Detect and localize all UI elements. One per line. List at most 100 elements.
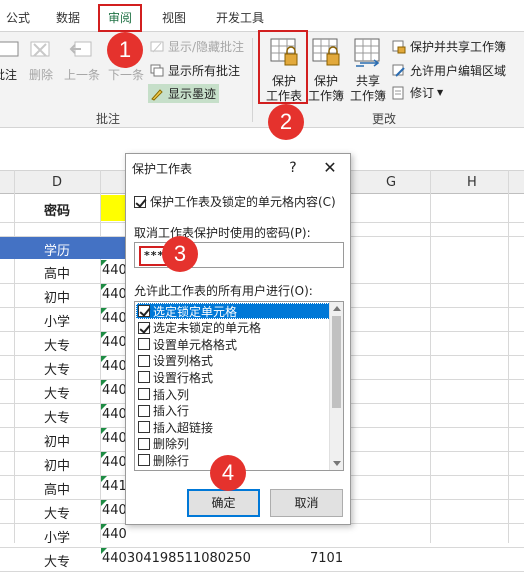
close-button[interactable]: ✕ <box>316 157 344 179</box>
id-cell[interactable]: 440 <box>102 383 127 398</box>
chevron-down-icon: ▼ <box>437 88 444 97</box>
permission-option-label: 插入超链接 <box>153 420 214 435</box>
education-cell[interactable]: 大专 <box>14 551 100 570</box>
education-cell[interactable]: 大专 <box>14 335 100 354</box>
tab-developer[interactable]: 开发工具 <box>216 9 264 26</box>
protect-contents-checkbox[interactable]: 保护工作表及锁定的单元格内容(C) <box>134 193 336 210</box>
education-cell[interactable]: 大专 <box>14 503 100 522</box>
id-cell[interactable]: 441 <box>102 479 127 494</box>
id-cell[interactable]: 440 <box>102 527 127 542</box>
id-cell[interactable]: 440 <box>102 311 127 326</box>
checkbox-checked-icon[interactable] <box>138 321 150 334</box>
callout-step-1: 1 <box>107 32 143 68</box>
permission-option[interactable]: 插入列 <box>136 386 330 402</box>
education-cell[interactable]: 高中 <box>14 479 100 498</box>
id-cell[interactable]: 440 <box>102 359 127 374</box>
show-hide-comment-button[interactable]: 显示/隐藏批注 <box>150 38 244 55</box>
tab-view[interactable]: 视图 <box>162 9 186 26</box>
education-cell[interactable]: 初中 <box>14 287 100 306</box>
checkbox-checked-icon[interactable] <box>138 305 150 317</box>
previous-comment-button[interactable]: 上一条 <box>62 38 102 83</box>
protect-and-share-button[interactable]: 保护并共享工作簿 <box>392 38 506 55</box>
permission-option[interactable]: 设置列格式 <box>136 353 330 369</box>
protect-and-share-label: 保护并共享工作簿 <box>410 40 507 54</box>
id-cell[interactable]: 440304198511080250 <box>102 551 251 566</box>
permission-option[interactable]: 设置行格式 <box>136 369 330 385</box>
tab-formulas[interactable]: 公式 <box>6 9 30 26</box>
id-cell[interactable]: 440 <box>102 263 127 278</box>
education-cell[interactable]: 大专 <box>14 407 100 426</box>
scroll-thumb[interactable] <box>332 316 341 408</box>
education-cell[interactable]: 初中 <box>14 431 100 450</box>
ok-button[interactable]: 确定 <box>187 489 260 517</box>
table-row: 大专 440304198511080250 7101 <box>0 547 524 571</box>
permission-option-label: 删除行 <box>153 453 190 468</box>
checkbox-icon[interactable] <box>138 371 150 384</box>
permission-option-label: 选定未锁定的单元格 <box>153 321 262 336</box>
checkbox-icon[interactable] <box>138 338 150 351</box>
delete-comment-button[interactable]: 删除 <box>24 38 58 83</box>
cancel-button[interactable]: 取消 <box>270 489 343 517</box>
education-cell[interactable]: 小学 <box>14 527 100 546</box>
id-cell[interactable]: 440 <box>102 287 127 302</box>
scroll-down-icon[interactable] <box>333 461 341 466</box>
checkbox-icon[interactable] <box>138 454 150 467</box>
education-cell[interactable]: 小学 <box>14 311 100 330</box>
id-cell[interactable]: 440 <box>102 431 127 446</box>
new-comment-button[interactable]: 批注 <box>0 38 20 83</box>
checkbox-icon[interactable] <box>138 354 150 367</box>
share-workbook-label-2: 工作簿 <box>349 89 386 103</box>
education-cell[interactable]: 大专 <box>14 359 100 378</box>
show-all-comments-icon <box>150 64 164 78</box>
education-cell[interactable]: 大专 <box>14 383 100 402</box>
column-header-d[interactable]: D <box>52 175 62 190</box>
show-all-comments-button[interactable]: 显示所有批注 <box>150 62 240 79</box>
id-cell[interactable]: 440 <box>102 503 127 518</box>
id-cell[interactable]: 440 <box>102 455 127 470</box>
track-changes-label: 修订 <box>410 86 435 100</box>
scroll-up-icon[interactable] <box>333 306 341 311</box>
show-ink-button[interactable]: 显示墨迹 <box>148 84 220 103</box>
yellow-cell[interactable] <box>101 195 127 221</box>
checkbox-checked-icon[interactable] <box>134 195 146 208</box>
protect-workbook-label-2: 工作簿 <box>307 89 344 103</box>
permission-option[interactable]: 插入行 <box>136 403 330 419</box>
ribbon-tab-strip: 公式 数据 审阅 视图 开发工具 <box>0 0 524 32</box>
permission-option[interactable]: 设置单元格格式 <box>136 336 330 352</box>
permission-option[interactable]: 插入超链接 <box>136 419 330 435</box>
permission-option-label: 设置单元格格式 <box>153 337 238 352</box>
comments-group-label: 批注 <box>96 112 121 126</box>
permission-option[interactable]: 删除列 <box>136 436 330 452</box>
education-header-cell[interactable]: 学历 <box>14 240 100 259</box>
changes-group-label: 更改 <box>372 112 397 126</box>
education-cell[interactable]: 高中 <box>14 263 100 282</box>
permission-option-label: 插入行 <box>153 404 190 419</box>
previous-arrow-icon <box>69 41 92 57</box>
share-workbook-button[interactable]: 共享 工作簿 <box>348 36 388 104</box>
column-header-h[interactable]: H <box>467 175 477 190</box>
password-header-cell[interactable]: 密码 <box>14 200 100 219</box>
protect-workbook-button[interactable]: 保护 工作簿 <box>306 36 346 104</box>
track-changes-button[interactable]: 修订 ▼ <box>392 84 443 101</box>
help-button[interactable]: ? <box>281 157 305 179</box>
permission-option[interactable]: 选定未锁定的单元格 <box>136 320 330 336</box>
education-cell[interactable]: 初中 <box>14 455 100 474</box>
next-comment-label: 下一条 <box>107 68 144 82</box>
permission-option[interactable]: 选定锁定单元格 <box>136 303 330 319</box>
show-hide-comment-icon <box>150 40 164 54</box>
permission-option-label: 设置行格式 <box>153 370 214 385</box>
checkbox-icon[interactable] <box>138 421 150 434</box>
permissions-list[interactable]: 选定锁定单元格选定未锁定的单元格 设置单元格格式 设置列格式 设置行格式 插入列插入行插… <box>134 301 344 471</box>
column-header-g[interactable]: G <box>386 175 396 190</box>
id-cell[interactable]: 440 <box>102 335 127 350</box>
checkbox-icon[interactable] <box>138 388 150 400</box>
checkbox-icon[interactable] <box>138 404 150 417</box>
checkbox-icon[interactable] <box>138 437 150 450</box>
tab-data[interactable]: 数据 <box>56 9 80 26</box>
allow-edit-ranges-button[interactable]: 允许用户编辑区域 <box>392 62 506 79</box>
tab-review[interactable]: 审阅 <box>98 4 143 32</box>
value-cell[interactable]: 7101 <box>310 551 343 566</box>
list-scrollbar[interactable] <box>329 302 343 470</box>
id-cell[interactable]: 440 <box>102 407 127 422</box>
ink-pen-icon <box>150 87 164 101</box>
